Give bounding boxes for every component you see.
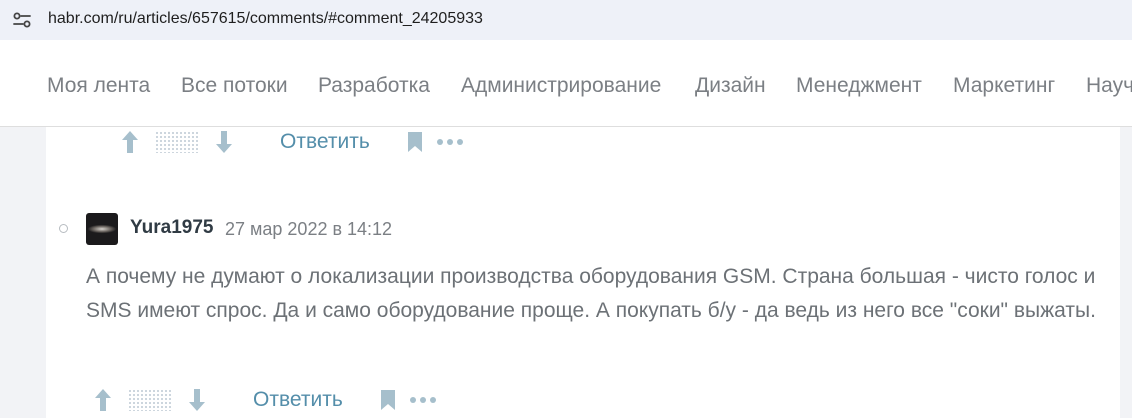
score-placeholder — [128, 389, 172, 411]
nav-item-marketing[interactable]: Маркетинг — [953, 74, 1055, 98]
url-text[interactable]: habr.com/ru/articles/657615/comments/#co… — [48, 10, 483, 28]
upvote-icon[interactable] — [92, 387, 114, 413]
reply-button[interactable]: Ответить — [253, 388, 343, 412]
nav-item-administration[interactable]: Администрирование — [461, 74, 661, 98]
browser-toolbar: habr.com/ru/articles/657615/comments/#co… — [0, 0, 1132, 48]
comments-section: Ответить Yura1975 27 мар 2022 в 14:12 А … — [46, 127, 1120, 418]
more-icon[interactable] — [409, 395, 437, 405]
comment-bullet — [59, 224, 68, 233]
score-placeholder — [155, 131, 199, 153]
comment-author[interactable]: Yura1975 — [130, 217, 213, 239]
nav-item-design[interactable]: Дизайн — [695, 74, 766, 98]
nav-item-development[interactable]: Разработка — [318, 74, 430, 98]
reply-button[interactable]: Ответить — [280, 130, 370, 154]
downvote-icon[interactable] — [213, 129, 235, 155]
previous-comment-actions: Ответить — [119, 127, 464, 157]
comment-body: А почему не думают о локализации произво… — [86, 265, 1096, 322]
nav-item-popsci[interactable]: Научпоп — [1086, 74, 1132, 98]
more-icon[interactable] — [436, 137, 464, 147]
avatar[interactable] — [86, 213, 118, 245]
address-bar[interactable]: habr.com/ru/articles/657615/comments/#co… — [0, 0, 1132, 40]
site-info-icon[interactable] — [10, 8, 34, 32]
nav-item-all-flows[interactable]: Все потоки — [181, 74, 288, 98]
habr-nav: Моя лента Все потоки Разработка Админист… — [0, 48, 1132, 127]
nav-item-management[interactable]: Менеджмент — [796, 74, 922, 98]
downvote-icon[interactable] — [186, 387, 208, 413]
upvote-icon[interactable] — [119, 129, 141, 155]
bookmark-icon[interactable] — [406, 131, 424, 153]
nav-item-my-feed[interactable]: Моя лента — [47, 74, 150, 98]
bookmark-icon[interactable] — [379, 389, 397, 411]
comment-timestamp[interactable]: 27 мар 2022 в 14:12 — [225, 219, 392, 240]
comment-actions: Ответить — [92, 385, 437, 415]
